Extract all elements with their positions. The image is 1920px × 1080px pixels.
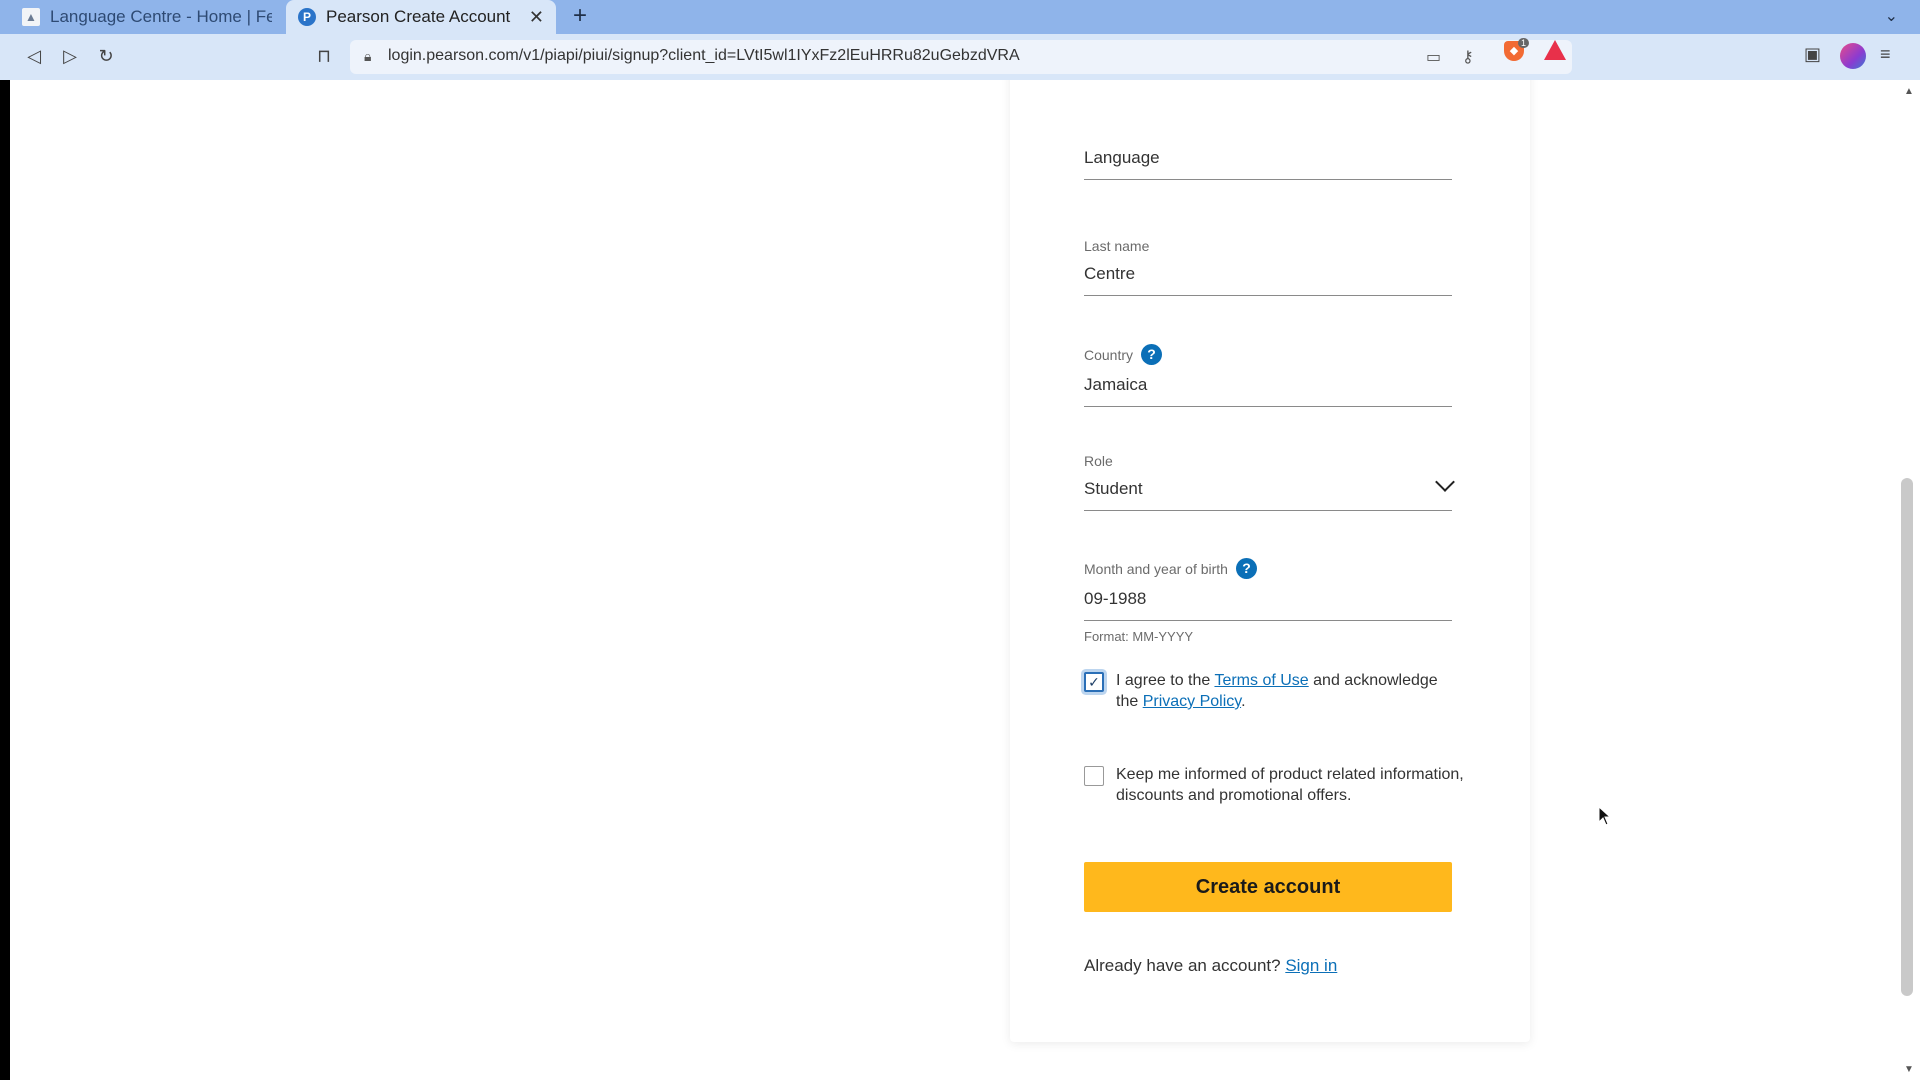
signup-card: Language Last name Centre Country ? Jama… — [1010, 80, 1530, 1042]
menu-icon[interactable]: ≡ — [1880, 44, 1891, 65]
terms-text: I agree to the Terms of Use and acknowle… — [1116, 670, 1464, 712]
pearson-favicon-icon: P — [298, 8, 316, 26]
last-name-label: Last name — [1084, 238, 1150, 254]
back-icon[interactable]: ◁ — [22, 44, 46, 68]
terms-suffix: . — [1241, 693, 1246, 710]
dob-format-hint: Format: MM-YYYY — [1084, 629, 1194, 644]
country-input[interactable]: Jamaica — [1084, 375, 1452, 407]
country-help-icon[interactable]: ? — [1141, 344, 1163, 365]
first-name-input[interactable]: Language — [1084, 148, 1452, 180]
terms-of-use-link[interactable]: Terms of Use — [1214, 672, 1308, 689]
profile-avatar[interactable] — [1840, 43, 1866, 69]
country-label: Country — [1084, 346, 1134, 363]
first-name-field[interactable]: Language — [1084, 148, 1452, 180]
tab-pearson-create-account[interactable]: P Pearson Create Account ✕ — [286, 0, 556, 34]
privacy-policy-link[interactable]: Privacy Policy — [1143, 693, 1241, 710]
terms-checkbox[interactable]: ✓ — [1084, 672, 1104, 692]
lock-icon: 🔒︎ — [364, 48, 372, 64]
role-select[interactable]: Student — [1084, 479, 1452, 511]
scroll-down-arrow-icon[interactable]: ▼ — [1904, 1064, 1914, 1075]
signin-prompt: Already have an account? — [1084, 956, 1286, 975]
scroll-up-arrow-icon[interactable]: ▲ — [1904, 86, 1914, 97]
wallet-icon[interactable]: ▣ — [1804, 44, 1821, 65]
dob-label: Month and year of birth — [1084, 560, 1228, 577]
signin-row: Already have an account? Sign in — [1084, 956, 1337, 976]
dob-label-row: Month and year of birth ? — [1084, 558, 1452, 579]
create-account-button[interactable]: Create account — [1084, 862, 1452, 912]
role-label: Role — [1084, 453, 1113, 469]
checkmark-icon: ✓ — [1088, 673, 1100, 690]
dob-input[interactable]: 09-1988 — [1084, 589, 1452, 621]
tab-title: Language Centre - Home | Fe — [50, 7, 272, 26]
close-tab-icon[interactable]: ✕ — [529, 7, 544, 28]
browser-toolbar: ◁ ▷ ↻ ⊓ 🔒︎ login.pearson.com/v1/piapi/pi… — [0, 34, 1920, 80]
sign-in-link[interactable]: Sign in — [1285, 956, 1337, 975]
mouse-cursor-icon — [1598, 806, 1612, 826]
reload-icon[interactable]: ↻ — [94, 44, 118, 68]
brave-rewards-icon[interactable] — [1544, 40, 1566, 60]
cast-icon[interactable]: ▭ — [1426, 47, 1441, 67]
marketing-row: Keep me informed of product related info… — [1084, 764, 1464, 806]
shield-count-badge: 1 — [1518, 38, 1530, 48]
tab-language-centre[interactable]: ▲ Language Centre - Home | Fe — [10, 0, 284, 34]
key-icon[interactable]: ⚷ — [1462, 47, 1474, 67]
scrollbar-thumb[interactable] — [1901, 478, 1913, 996]
marketing-checkbox[interactable] — [1084, 766, 1104, 786]
dob-help-icon[interactable]: ? — [1235, 558, 1257, 579]
marketing-text: Keep me informed of product related info… — [1116, 766, 1464, 804]
tab-search-chevron-icon[interactable]: ⌄ — [1885, 6, 1898, 26]
country-label-row: Country ? — [1084, 344, 1452, 365]
site-favicon-icon: ▲ — [22, 8, 40, 26]
tab-title: Pearson Create Account — [326, 7, 511, 26]
bookmark-icon[interactable]: ⊓ — [312, 44, 336, 68]
forward-icon[interactable]: ▷ — [58, 44, 82, 68]
address-bar[interactable]: 🔒︎ login.pearson.com/v1/piapi/piui/signu… — [350, 40, 1572, 74]
birth-date-field[interactable]: Month and year of birth ? 09-1988 Format… — [1084, 558, 1452, 644]
terms-row: ✓ I agree to the Terms of Use and acknow… — [1084, 670, 1464, 712]
country-field[interactable]: Country ? Jamaica — [1084, 344, 1452, 407]
terms-prefix: I agree to the — [1116, 672, 1215, 689]
role-field[interactable]: Role Student — [1084, 453, 1455, 511]
new-tab-icon[interactable]: + — [568, 2, 592, 30]
last-name-input[interactable]: Centre — [1084, 264, 1452, 296]
url-text: login.pearson.com/v1/piapi/piui/signup?c… — [388, 47, 1020, 64]
last-name-field[interactable]: Last name Centre — [1084, 238, 1452, 296]
page-viewport: Language Last name Centre Country ? Jama… — [10, 80, 1898, 1080]
tab-bar: ▲ Language Centre - Home | Fe P Pearson … — [0, 0, 1920, 34]
